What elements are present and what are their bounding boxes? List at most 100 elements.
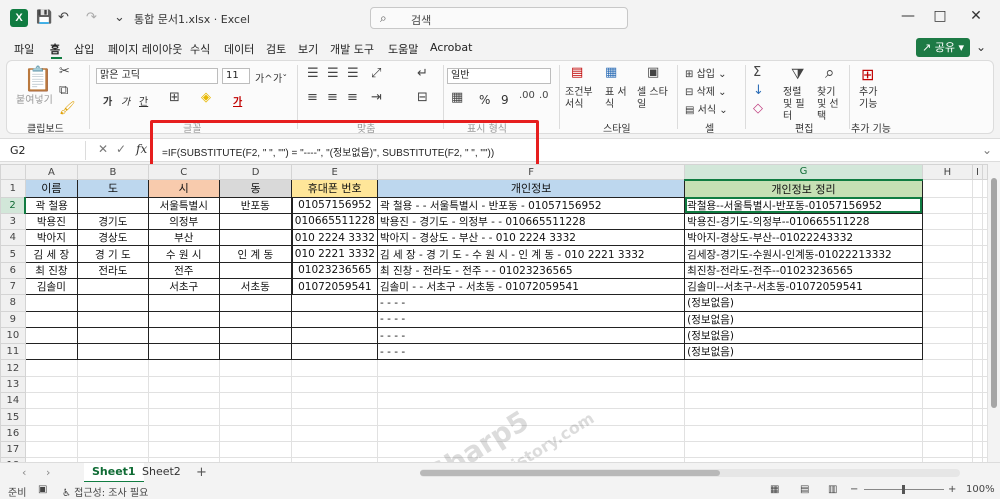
cell-e5[interactable]: 010 2221 3332: [290, 245, 378, 263]
align-middle-icon[interactable]: ☰: [327, 66, 339, 81]
cell-c2[interactable]: 서울특별시: [147, 196, 220, 214]
cell-f5[interactable]: 김 세 장 - 경 기 도 - 수 원 시 - 인 계 동 - 010 2221…: [376, 245, 686, 263]
cell-g2[interactable]: 곽철용--서울특별시-반포동-01057156952: [684, 196, 923, 214]
zoom-level[interactable]: 100%: [966, 484, 995, 495]
cell-a3[interactable]: 박용진: [24, 212, 79, 231]
row-header[interactable]: 15: [0, 408, 26, 426]
cell-f15[interactable]: [376, 408, 686, 426]
orientation-icon[interactable]: ⤢: [371, 66, 381, 81]
cell-styles-label[interactable]: 셀 스타일: [637, 87, 673, 111]
cell-i15[interactable]: [972, 408, 983, 426]
column-header-i[interactable]: I: [972, 164, 983, 180]
row-header[interactable]: 16: [0, 424, 26, 442]
conditional-format-icon[interactable]: ▤: [571, 65, 583, 80]
cell-i5[interactable]: [972, 245, 983, 263]
cell-d2[interactable]: 반포동: [218, 196, 293, 214]
column-header-d[interactable]: D: [218, 164, 293, 180]
cell-a2[interactable]: 곽 철용: [24, 196, 79, 214]
increase-decimal-icon[interactable]: .00: [519, 90, 535, 101]
column-header-a[interactable]: A: [24, 164, 79, 180]
zoom-slider-thumb[interactable]: [902, 485, 905, 494]
cell-i6[interactable]: [972, 261, 983, 279]
paste-icon[interactable]: 📋: [23, 65, 53, 93]
row-header[interactable]: 10: [0, 326, 26, 345]
cell-a13[interactable]: [24, 375, 79, 394]
page-layout-view-icon[interactable]: ▤: [800, 484, 809, 495]
cell-g15[interactable]: [684, 408, 923, 426]
cell-e11[interactable]: [291, 343, 378, 361]
insert-function-icon[interactable]: fx: [136, 142, 147, 156]
share-button[interactable]: ↗ 공유 ▾: [916, 38, 970, 57]
cell-d7[interactable]: 서초동: [218, 277, 293, 296]
copy-icon[interactable]: ⧉: [59, 83, 68, 98]
cell-f13[interactable]: [376, 375, 686, 394]
cell-b5[interactable]: 경 기 도: [77, 245, 149, 263]
column-header-h[interactable]: H: [921, 164, 974, 180]
select-all-corner[interactable]: [0, 164, 26, 180]
cell-g8[interactable]: (정보없음): [684, 294, 923, 312]
cell-i9[interactable]: [972, 310, 983, 328]
cell-b6[interactable]: 전라도: [77, 261, 149, 279]
cell-f7[interactable]: 김솔미 - - 서초구 - 서초동 - 01072059541: [376, 277, 686, 296]
row-header[interactable]: 9: [0, 310, 26, 328]
cell-i7[interactable]: [972, 277, 983, 296]
cell-g14[interactable]: [684, 392, 923, 410]
decrease-decimal-icon[interactable]: .0: [539, 90, 549, 101]
cell-e10[interactable]: [291, 326, 378, 345]
minimize-button[interactable]: —: [898, 8, 918, 24]
cell-h1[interactable]: [921, 179, 974, 198]
cell-g12[interactable]: [684, 359, 923, 377]
cell-a14[interactable]: [24, 392, 79, 410]
cell-a7[interactable]: 김솔미: [24, 277, 79, 296]
cell-h16[interactable]: [921, 424, 974, 442]
cell-e14[interactable]: [291, 392, 378, 410]
cell-i12[interactable]: [972, 359, 983, 377]
cell-c16[interactable]: [147, 424, 220, 442]
ribbon-collapse-icon[interactable]: ⌄: [976, 40, 986, 54]
add-ins-button-label[interactable]: 추가 기능: [859, 87, 883, 111]
cell-c6[interactable]: 전주: [147, 261, 220, 279]
find-select-label[interactable]: 찾기 및 선택: [817, 87, 847, 123]
cell-g5[interactable]: 김세장-경기도-수원시-인계동-01022213332: [684, 245, 923, 263]
indent-icon[interactable]: ⇥: [371, 90, 382, 105]
format-as-table-label[interactable]: 표 서식: [605, 87, 629, 111]
cell-b16[interactable]: [77, 424, 149, 442]
cell-d17[interactable]: [218, 440, 293, 459]
header-cell-f[interactable]: 개인정보: [376, 179, 686, 198]
cell-h17[interactable]: [921, 440, 974, 459]
cell-f9[interactable]: - - - -: [376, 310, 686, 328]
accounting-icon[interactable]: ▦: [451, 90, 463, 105]
cell-c5[interactable]: 수 원 시: [147, 245, 220, 263]
cell-i4[interactable]: [972, 229, 983, 247]
page-break-view-icon[interactable]: ▥: [828, 484, 837, 495]
cell-f6[interactable]: 최 진창 - 전라도 - 전주 - - 01023236565: [376, 261, 686, 279]
cell-h6[interactable]: [921, 261, 974, 279]
cell-b3[interactable]: 경기도: [77, 212, 149, 231]
underline-button[interactable]: 간: [139, 93, 148, 108]
normal-view-icon[interactable]: ▦: [770, 484, 779, 495]
bold-button[interactable]: 가: [103, 93, 112, 108]
close-button[interactable]: ✕: [966, 8, 986, 24]
cell-i10[interactable]: [972, 326, 983, 345]
cell-c11[interactable]: [147, 343, 220, 361]
sort-filter-icon[interactable]: ⧩: [791, 65, 804, 83]
cell-b15[interactable]: [77, 408, 149, 426]
column-header-b[interactable]: B: [77, 164, 149, 180]
cell-h15[interactable]: [921, 408, 974, 426]
cell-c7[interactable]: 서초구: [147, 277, 220, 296]
vertical-scrollbar[interactable]: [988, 164, 1000, 462]
cell-e6[interactable]: 01023236565: [290, 261, 378, 279]
cell-b13[interactable]: [77, 375, 149, 394]
align-top-icon[interactable]: ☰: [307, 66, 319, 81]
row-header[interactable]: 11: [0, 343, 26, 361]
find-select-icon[interactable]: ⌕: [825, 63, 835, 83]
cell-a8[interactable]: [24, 294, 79, 312]
cell-g6[interactable]: 최진창-전라도-전주--01023236565: [684, 261, 923, 279]
zoom-out-button[interactable]: −: [850, 484, 858, 495]
column-header-c[interactable]: C: [147, 164, 220, 180]
row-header[interactable]: 6: [0, 261, 26, 279]
cell-g7[interactable]: 김솔미--서초구-서초동-01072059541: [684, 277, 923, 296]
column-header-f[interactable]: F: [376, 164, 686, 180]
cell-d3[interactable]: [218, 212, 293, 231]
format-as-table-icon[interactable]: ▦: [605, 65, 617, 80]
